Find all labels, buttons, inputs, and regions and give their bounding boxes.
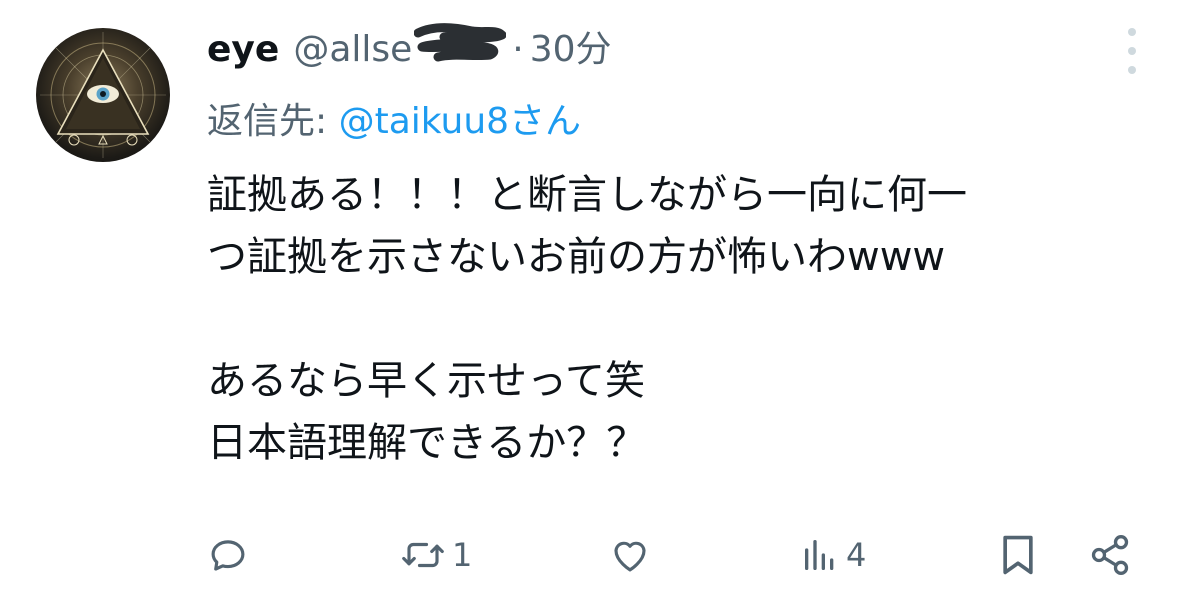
views-button[interactable]: 4 bbox=[800, 530, 866, 580]
tweet-text: 証拠ある！！！と断言しながら一向に何一 つ証拠を示さないお前の方が怖いわwww … bbox=[207, 164, 1167, 474]
tweet-text-line: 証拠ある！！！と断言しながら一向に何一 bbox=[207, 172, 967, 218]
more-options-icon[interactable] bbox=[1117, 28, 1147, 74]
reply-label: 返信先: bbox=[207, 101, 339, 142]
bookmark-icon bbox=[1003, 535, 1033, 575]
tweet-header: eye @allse · 30分 bbox=[207, 23, 612, 76]
tweet-text-line: あるなら早く示せって笑 bbox=[207, 358, 645, 404]
retweet-count: 1 bbox=[452, 536, 473, 574]
avatar[interactable] bbox=[36, 28, 170, 162]
separator-dot: · bbox=[512, 29, 524, 70]
reply-context: 返信先: @taikuu8さん bbox=[207, 96, 581, 148]
heart-icon bbox=[614, 541, 646, 572]
tweet-text-line: 日本語理解できるか？？ bbox=[207, 420, 647, 466]
views-count: 4 bbox=[846, 536, 867, 574]
reply-mention-link[interactable]: @taikuu8さん bbox=[339, 101, 581, 142]
tweet-text-blank-line bbox=[207, 288, 1167, 350]
eye-pyramid-icon bbox=[40, 32, 166, 158]
timestamp[interactable]: 30分 bbox=[530, 24, 612, 76]
share-icon bbox=[1091, 535, 1129, 575]
action-bar: 1 4 bbox=[0, 522, 1200, 586]
retweet-icon bbox=[402, 542, 444, 568]
retweet-button[interactable]: 1 bbox=[400, 530, 472, 580]
display-name[interactable]: eye bbox=[207, 24, 279, 76]
views-icon bbox=[805, 540, 834, 570]
bookmark-button[interactable] bbox=[998, 530, 1038, 580]
redaction-scribble bbox=[414, 23, 507, 62]
share-button[interactable] bbox=[1088, 530, 1132, 580]
user-handle[interactable]: @allse bbox=[293, 24, 412, 76]
like-button[interactable] bbox=[608, 530, 652, 580]
tweet-text-line: つ証拠を示さないお前の方が怖いわwww bbox=[207, 234, 946, 280]
reply-button[interactable] bbox=[207, 530, 249, 580]
reply-icon bbox=[211, 540, 245, 571]
